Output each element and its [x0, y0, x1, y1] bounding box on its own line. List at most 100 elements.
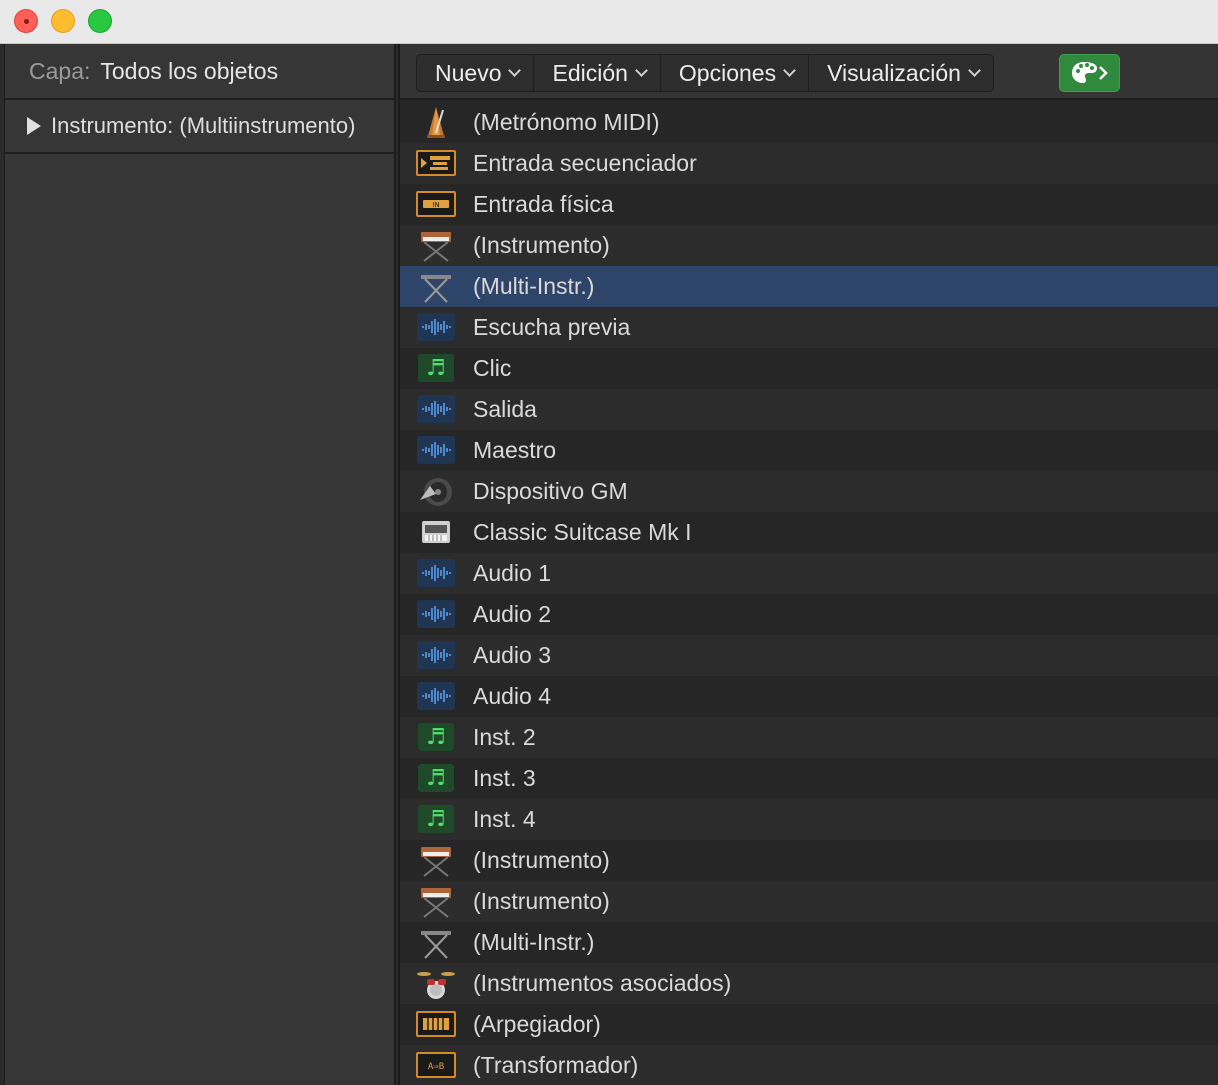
object-row[interactable]: (Metrónomo MIDI): [400, 102, 1218, 143]
keyboard-instrument-icon: [416, 228, 456, 262]
object-label: Audio 2: [473, 601, 552, 627]
speaker-icon: [416, 474, 456, 508]
menu-opciones[interactable]: Opciones: [661, 55, 810, 91]
object-label: Entrada física: [473, 191, 614, 217]
object-label: (Multi-Instr.): [473, 273, 595, 299]
object-label: Audio 1: [473, 560, 552, 586]
drum-kit-icon: [416, 966, 456, 1000]
close-window-button[interactable]: [14, 9, 38, 33]
menu-label: Visualización: [827, 59, 961, 86]
object-label: (Instrumento): [473, 232, 610, 258]
object-row[interactable]: Audio 1: [400, 553, 1218, 594]
menu-nuevo[interactable]: Nuevo: [417, 55, 535, 91]
minimize-window-button[interactable]: [51, 9, 75, 33]
object-row[interactable]: Audio 4: [400, 676, 1218, 717]
chevron-down-icon: [635, 63, 648, 77]
object-row[interactable]: Audio 3: [400, 635, 1218, 676]
object-label: (Transformador): [473, 1052, 639, 1078]
svg-text:A⇒B: A⇒B: [428, 1062, 444, 1072]
object-row[interactable]: ♬ Inst. 2: [400, 717, 1218, 758]
object-row[interactable]: (Instrumentos asociados): [400, 963, 1218, 1004]
keyboard-stand-icon: [416, 269, 456, 303]
object-row[interactable]: ♬ Inst. 4: [400, 799, 1218, 840]
music-note-icon: ♬: [416, 802, 456, 836]
audio-waveform-icon: [416, 310, 456, 344]
object-row[interactable]: (Multi-Instr.): [400, 266, 1218, 307]
metronome-icon: [416, 105, 456, 139]
audio-waveform-icon: [416, 597, 456, 631]
object-row[interactable]: (Arpegiador): [400, 1004, 1218, 1045]
object-row[interactable]: Salida: [400, 389, 1218, 430]
object-label: (Instrumento): [473, 888, 610, 914]
object-row[interactable]: (Instrumento): [400, 840, 1218, 881]
music-note-icon: ♬: [416, 761, 456, 795]
physical-input-icon: IN: [416, 187, 456, 221]
object-label: (Instrumentos asociados): [473, 970, 732, 996]
zoom-window-button[interactable]: [88, 9, 112, 33]
keyboard-instrument-icon: [416, 843, 456, 877]
palette-button[interactable]: [1059, 54, 1120, 92]
object-row[interactable]: IN Entrada física: [400, 184, 1218, 225]
object-label: (Instrumento): [473, 847, 610, 873]
object-label: Inst. 3: [473, 765, 536, 791]
object-label: Inst. 4: [473, 806, 536, 832]
layer-value: Todos los objetos: [100, 57, 279, 84]
electric-piano-icon: [416, 515, 456, 549]
arpeggiator-icon: [416, 1007, 456, 1041]
object-label: Inst. 2: [473, 724, 536, 750]
menu-edicion[interactable]: Edición: [534, 55, 661, 91]
object-row[interactable]: (Instrumento): [400, 225, 1218, 266]
tree-item-instrument[interactable]: Instrumento: (Multiinstrumento): [5, 100, 394, 154]
object-row[interactable]: Dispositivo GM: [400, 471, 1218, 512]
object-label: Clic: [473, 355, 512, 381]
disclosure-triangle-icon[interactable]: [27, 117, 41, 135]
menu-bar: Nuevo Edición Opciones Visualización: [416, 54, 994, 92]
audio-waveform-icon: [416, 679, 456, 713]
object-row[interactable]: A⇒B (Transformador): [400, 1045, 1218, 1085]
object-label: Escucha previa: [473, 314, 631, 340]
object-label: (Arpegiador): [473, 1011, 601, 1037]
object-row[interactable]: Escucha previa: [400, 307, 1218, 348]
keyboard-stand-icon: [416, 925, 456, 959]
menu-label: Edición: [552, 59, 628, 86]
keyboard-instrument-icon: [416, 884, 456, 918]
layer-sidebar: Capa: Todos los objetos Instrumento: (Mu…: [4, 44, 396, 1085]
object-row[interactable]: Audio 2: [400, 594, 1218, 635]
chevron-down-icon: [783, 63, 796, 77]
object-row[interactable]: Entrada secuenciador: [400, 143, 1218, 184]
object-label: Audio 3: [473, 642, 552, 668]
audio-waveform-icon: [416, 433, 456, 467]
object-row[interactable]: (Multi-Instr.): [400, 922, 1218, 963]
object-label: Maestro: [473, 437, 557, 463]
svg-text:IN: IN: [432, 201, 439, 209]
object-row[interactable]: Maestro: [400, 430, 1218, 471]
object-label: Audio 4: [473, 683, 552, 709]
menu-label: Nuevo: [435, 59, 502, 86]
object-label: (Multi-Instr.): [473, 929, 595, 955]
object-row[interactable]: ♬ Inst. 3: [400, 758, 1218, 799]
window-titlebar: [0, 0, 1218, 44]
toolbar: Nuevo Edición Opciones Visualización: [400, 44, 1218, 100]
object-list: (Metrónomo MIDI) Entrada secuenciador IN En…: [400, 102, 1218, 1085]
tree-item-label: Instrumento: (Multiinstrumento): [51, 113, 356, 138]
object-list-panel: Nuevo Edición Opciones Visualización (Me…: [398, 44, 1218, 1085]
music-note-icon: ♬: [416, 720, 456, 754]
menu-label: Opciones: [678, 59, 777, 86]
chevron-down-icon: [508, 63, 522, 77]
music-note-icon: ♬: [416, 351, 456, 385]
object-label: (Metrónomo MIDI): [473, 109, 660, 135]
chevron-down-icon: [968, 63, 981, 77]
object-row[interactable]: Classic Suitcase Mk I: [400, 512, 1218, 553]
object-label: Classic Suitcase Mk I: [473, 519, 692, 545]
palette-icon: [1071, 62, 1108, 83]
layer-label: Capa:: [29, 57, 91, 84]
menu-visualizacion[interactable]: Visualización: [809, 55, 993, 91]
audio-waveform-icon: [416, 638, 456, 672]
audio-waveform-icon: [416, 556, 456, 590]
object-label: Salida: [473, 396, 537, 422]
object-row[interactable]: (Instrumento): [400, 881, 1218, 922]
object-label: Entrada secuenciador: [473, 150, 697, 176]
object-row[interactable]: ♬ Clic: [400, 348, 1218, 389]
layer-selector[interactable]: Capa: Todos los objetos: [5, 44, 394, 100]
sequencer-input-icon: [416, 146, 456, 180]
